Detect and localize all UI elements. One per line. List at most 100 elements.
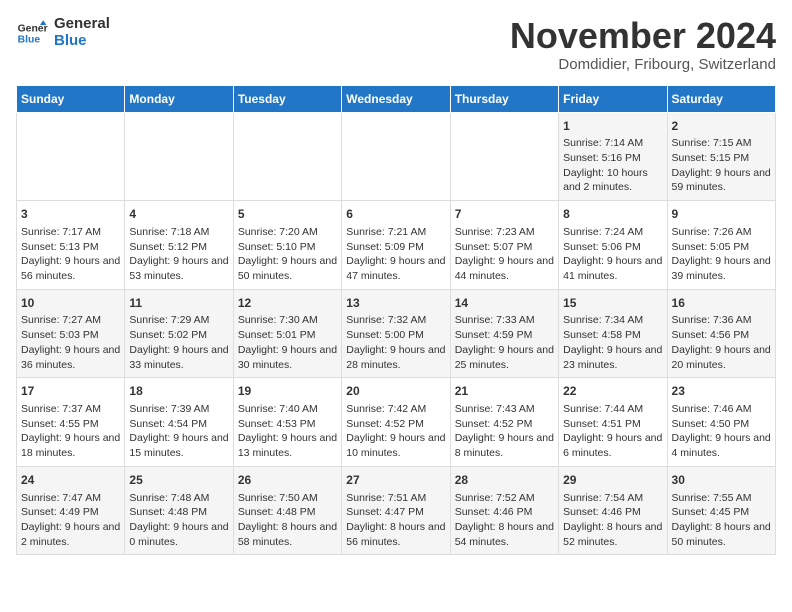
- calendar-cell: 30 Sunrise: 7:55 AM Sunset: 4:45 PM Dayli…: [667, 466, 775, 555]
- calendar-cell: 3 Sunrise: 7:17 AM Sunset: 5:13 PM Daylig…: [17, 201, 125, 290]
- page-header: General Blue General Blue November 2024 …: [16, 16, 776, 73]
- day-number: 27: [346, 472, 445, 489]
- cell-content: Sunrise: 7:37 AM Sunset: 4:55 PM Dayligh…: [21, 402, 120, 461]
- cell-content: Sunrise: 7:48 AM Sunset: 4:48 PM Dayligh…: [129, 491, 228, 550]
- calendar-cell: 19Sunrise: 7:40 AM Sunset: 4:53 PM Dayli…: [233, 378, 341, 467]
- day-number: 5: [238, 206, 337, 223]
- calendar-cell: 29 Sunrise: 7:54 AM Sunset: 4:46 PM Dayli…: [559, 466, 667, 555]
- day-number: 13: [346, 295, 445, 312]
- calendar-cell: 26Sunrise: 7:50 AM Sunset: 4:48 PM Dayli…: [233, 466, 341, 555]
- day-number: 17: [21, 383, 120, 400]
- day-number: 7: [455, 206, 554, 223]
- calendar-cell: 6 Sunrise: 7:21 AM Sunset: 5:09 PM Daylig…: [342, 201, 450, 290]
- day-number: 24: [21, 472, 120, 489]
- cell-content: Sunrise: 7:39 AM Sunset: 4:54 PM Dayligh…: [129, 402, 228, 461]
- weekday-header-sunday: Sunday: [17, 85, 125, 112]
- title-block: November 2024 Domdidier, Fribourg, Switz…: [510, 16, 776, 73]
- day-number: 20: [346, 383, 445, 400]
- day-number: 28: [455, 472, 554, 489]
- calendar-cell: 17 Sunrise: 7:37 AM Sunset: 4:55 PM Dayli…: [17, 378, 125, 467]
- cell-content: Sunrise: 7:26 AM Sunset: 5:05 PM Dayligh…: [672, 225, 771, 284]
- day-number: 8: [563, 206, 662, 223]
- calendar-cell: [450, 112, 558, 201]
- calendar-header-row: SundayMondayTuesdayWednesdayThursdayFrid…: [17, 85, 776, 112]
- logo-general: General: [54, 16, 110, 33]
- cell-content: Sunrise: 7:36 AM Sunset: 4:56 PM Dayligh…: [672, 313, 771, 372]
- cell-content: Sunrise: 7:47 AM Sunset: 4:49 PM Dayligh…: [21, 491, 120, 550]
- cell-content: Sunrise: 7:23 AM Sunset: 5:07 PM Dayligh…: [455, 225, 554, 284]
- calendar-cell: 10Sunrise: 7:27 AM Sunset: 5:03 PM Dayli…: [17, 289, 125, 378]
- day-number: 6: [346, 206, 445, 223]
- logo-icon: General Blue: [16, 17, 48, 49]
- day-number: 23: [672, 383, 771, 400]
- day-number: 30: [672, 472, 771, 489]
- cell-content: Sunrise: 7:55 AM Sunset: 4:45 PM Dayligh…: [672, 491, 771, 550]
- calendar-cell: 9 Sunrise: 7:26 AM Sunset: 5:05 PM Daylig…: [667, 201, 775, 290]
- cell-content: Sunrise: 7:54 AM Sunset: 4:46 PM Dayligh…: [563, 491, 662, 550]
- cell-content: Sunrise: 7:46 AM Sunset: 4:50 PM Dayligh…: [672, 402, 771, 461]
- cell-content: Sunrise: 7:15 AM Sunset: 5:15 PM Dayligh…: [672, 136, 771, 195]
- calendar-cell: 1Sunrise: 7:14 AM Sunset: 5:16 PM Daylig…: [559, 112, 667, 201]
- day-number: 16: [672, 295, 771, 312]
- calendar-cell: 27Sunrise: 7:51 AM Sunset: 4:47 PM Dayli…: [342, 466, 450, 555]
- cell-content: Sunrise: 7:42 AM Sunset: 4:52 PM Dayligh…: [346, 402, 445, 461]
- calendar-cell: 20 Sunrise: 7:42 AM Sunset: 4:52 PM Dayli…: [342, 378, 450, 467]
- weekday-header-thursday: Thursday: [450, 85, 558, 112]
- calendar-cell: 24 Sunrise: 7:47 AM Sunset: 4:49 PM Dayli…: [17, 466, 125, 555]
- day-number: 3: [21, 206, 120, 223]
- day-number: 11: [129, 295, 228, 312]
- cell-content: Sunrise: 7:29 AM Sunset: 5:02 PM Dayligh…: [129, 313, 228, 372]
- cell-content: Sunrise: 7:17 AM Sunset: 5:13 PM Dayligh…: [21, 225, 120, 284]
- calendar-cell: 7 Sunrise: 7:23 AM Sunset: 5:07 PM Daylig…: [450, 201, 558, 290]
- calendar-cell: 8Sunrise: 7:24 AM Sunset: 5:06 PM Daylig…: [559, 201, 667, 290]
- cell-content: Sunrise: 7:30 AM Sunset: 5:01 PM Dayligh…: [238, 313, 337, 372]
- calendar-cell: 11Sunrise: 7:29 AM Sunset: 5:02 PM Dayli…: [125, 289, 233, 378]
- calendar-cell: 16Sunrise: 7:36 AM Sunset: 4:56 PM Dayli…: [667, 289, 775, 378]
- calendar-cell: 12Sunrise: 7:30 AM Sunset: 5:01 PM Dayli…: [233, 289, 341, 378]
- day-number: 26: [238, 472, 337, 489]
- calendar-cell: 21Sunrise: 7:43 AM Sunset: 4:52 PM Dayli…: [450, 378, 558, 467]
- day-number: 10: [21, 295, 120, 312]
- svg-text:Blue: Blue: [18, 34, 41, 45]
- calendar-cell: 2Sunrise: 7:15 AM Sunset: 5:15 PM Daylig…: [667, 112, 775, 201]
- calendar-table: SundayMondayTuesdayWednesdayThursdayFrid…: [16, 85, 776, 556]
- day-number: 19: [238, 383, 337, 400]
- day-number: 25: [129, 472, 228, 489]
- day-number: 1: [563, 118, 662, 135]
- location-subtitle: Domdidier, Fribourg, Switzerland: [510, 56, 776, 73]
- logo-blue: Blue: [54, 33, 110, 50]
- cell-content: Sunrise: 7:32 AM Sunset: 5:00 PM Dayligh…: [346, 313, 445, 372]
- calendar-week-row: 17 Sunrise: 7:37 AM Sunset: 4:55 PM Dayli…: [17, 378, 776, 467]
- day-number: 4: [129, 206, 228, 223]
- calendar-cell: 28 Sunrise: 7:52 AM Sunset: 4:46 PM Dayli…: [450, 466, 558, 555]
- calendar-week-row: 24 Sunrise: 7:47 AM Sunset: 4:49 PM Dayli…: [17, 466, 776, 555]
- day-number: 9: [672, 206, 771, 223]
- cell-content: Sunrise: 7:20 AM Sunset: 5:10 PM Dayligh…: [238, 225, 337, 284]
- calendar-cell: 22Sunrise: 7:44 AM Sunset: 4:51 PM Dayli…: [559, 378, 667, 467]
- day-number: 2: [672, 118, 771, 135]
- cell-content: Sunrise: 7:52 AM Sunset: 4:46 PM Dayligh…: [455, 491, 554, 550]
- weekday-header-tuesday: Tuesday: [233, 85, 341, 112]
- month-title: November 2024: [510, 16, 776, 56]
- cell-content: Sunrise: 7:21 AM Sunset: 5:09 PM Dayligh…: [346, 225, 445, 284]
- weekday-header-friday: Friday: [559, 85, 667, 112]
- cell-content: Sunrise: 7:34 AM Sunset: 4:58 PM Dayligh…: [563, 313, 662, 372]
- day-number: 14: [455, 295, 554, 312]
- calendar-cell: 18 Sunrise: 7:39 AM Sunset: 4:54 PM Dayli…: [125, 378, 233, 467]
- cell-content: Sunrise: 7:43 AM Sunset: 4:52 PM Dayligh…: [455, 402, 554, 461]
- day-number: 18: [129, 383, 228, 400]
- day-number: 12: [238, 295, 337, 312]
- calendar-cell: [233, 112, 341, 201]
- calendar-cell: 13Sunrise: 7:32 AM Sunset: 5:00 PM Dayli…: [342, 289, 450, 378]
- calendar-week-row: 3 Sunrise: 7:17 AM Sunset: 5:13 PM Daylig…: [17, 201, 776, 290]
- calendar-cell: 4Sunrise: 7:18 AM Sunset: 5:12 PM Daylig…: [125, 201, 233, 290]
- calendar-week-row: 1Sunrise: 7:14 AM Sunset: 5:16 PM Daylig…: [17, 112, 776, 201]
- cell-content: Sunrise: 7:27 AM Sunset: 5:03 PM Dayligh…: [21, 313, 120, 372]
- logo: General Blue General Blue: [16, 16, 110, 49]
- day-number: 29: [563, 472, 662, 489]
- calendar-cell: 25 Sunrise: 7:48 AM Sunset: 4:48 PM Dayli…: [125, 466, 233, 555]
- cell-content: Sunrise: 7:33 AM Sunset: 4:59 PM Dayligh…: [455, 313, 554, 372]
- calendar-cell: [125, 112, 233, 201]
- calendar-cell: 15Sunrise: 7:34 AM Sunset: 4:58 PM Dayli…: [559, 289, 667, 378]
- calendar-cell: [17, 112, 125, 201]
